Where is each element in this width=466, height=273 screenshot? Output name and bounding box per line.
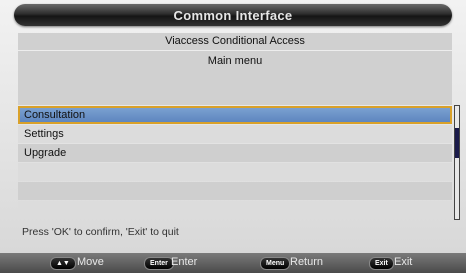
menu-title: Main menu: [207, 55, 263, 67]
menu-header: Main menu: [18, 51, 452, 105]
footer-bar: ▲▼ Move Enter Enter Menu Return Exit Exi…: [0, 253, 466, 273]
menu-item-settings[interactable]: Settings: [18, 125, 452, 143]
enter-key-icon: Enter: [144, 257, 174, 270]
arrow-keys-icon: ▲▼: [50, 257, 76, 270]
menu-item-label: Upgrade: [24, 147, 67, 159]
move-label: Move: [77, 256, 104, 268]
empty-row: [18, 163, 452, 181]
menu-item-upgrade[interactable]: Upgrade: [18, 144, 452, 162]
exit-label: Exit: [394, 256, 413, 268]
empty-row: [18, 182, 452, 200]
title-bar: Common Interface: [14, 4, 452, 26]
menu-item-label: Consultation: [24, 109, 86, 121]
menu-item-label: Settings: [24, 128, 64, 140]
module-name: Viaccess Conditional Access: [18, 33, 452, 50]
scrollbar[interactable]: [454, 105, 460, 220]
exit-key-icon: Exit: [369, 257, 394, 270]
menu-key-icon: Menu: [260, 257, 291, 270]
empty-row: [18, 201, 452, 219]
scrollbar-thumb[interactable]: [455, 128, 459, 158]
enter-label: Enter: [171, 256, 198, 268]
ci-window: Common Interface Viaccess Conditional Ac…: [0, 0, 466, 273]
hint-text: Press 'OK' to confirm, 'Exit' to quit: [22, 226, 179, 238]
return-label: Return: [290, 256, 324, 268]
menu-list: Consultation Settings Upgrade: [18, 106, 452, 220]
menu-item-consultation[interactable]: Consultation: [18, 106, 452, 124]
window-title: Common Interface: [173, 8, 293, 23]
